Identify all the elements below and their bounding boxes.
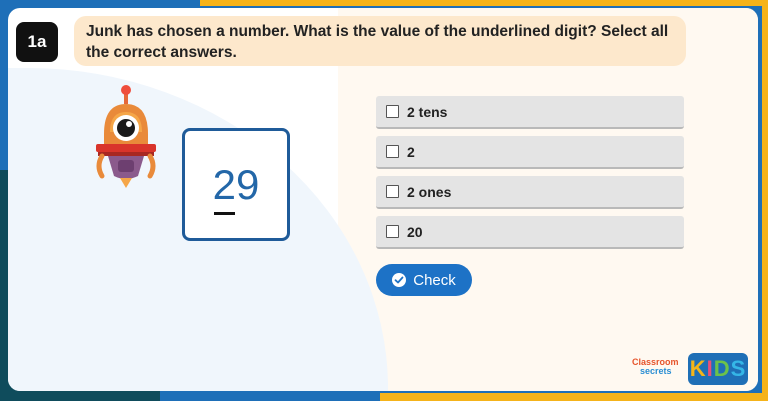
- option-2[interactable]: 2: [376, 136, 684, 169]
- kids-logo: KIDS: [688, 353, 748, 385]
- checkbox[interactable]: [386, 225, 399, 238]
- option-2-tens[interactable]: 2 tens: [376, 96, 684, 129]
- frame-accent-bottom: [380, 393, 768, 401]
- option-label: 20: [407, 223, 423, 240]
- checkbox[interactable]: [386, 145, 399, 158]
- checkbox[interactable]: [386, 185, 399, 198]
- underlined-digit: 2: [212, 160, 236, 215]
- number-digits: 9: [236, 160, 260, 208]
- checkbox[interactable]: [386, 105, 399, 118]
- option-20[interactable]: 20: [376, 216, 684, 249]
- number-card: 29: [182, 128, 290, 241]
- option-label: 2 ones: [407, 183, 452, 200]
- frame-accent-right: [762, 0, 768, 401]
- option-label: 2 tens: [407, 103, 448, 120]
- question-text: Junk has chosen a number. What is the va…: [74, 16, 686, 66]
- check-button[interactable]: Check: [376, 264, 472, 296]
- option-label: 2: [407, 143, 415, 160]
- check-circle-icon: [392, 273, 407, 287]
- option-2-ones[interactable]: 2 ones: [376, 176, 684, 209]
- robot-character-icon: [92, 84, 160, 190]
- check-button-label: Check: [413, 271, 456, 289]
- frame-accent-top: [200, 0, 768, 6]
- classroom-secrets-logo: Classroom secrets: [632, 357, 679, 376]
- question-number-badge: 1a: [16, 22, 58, 62]
